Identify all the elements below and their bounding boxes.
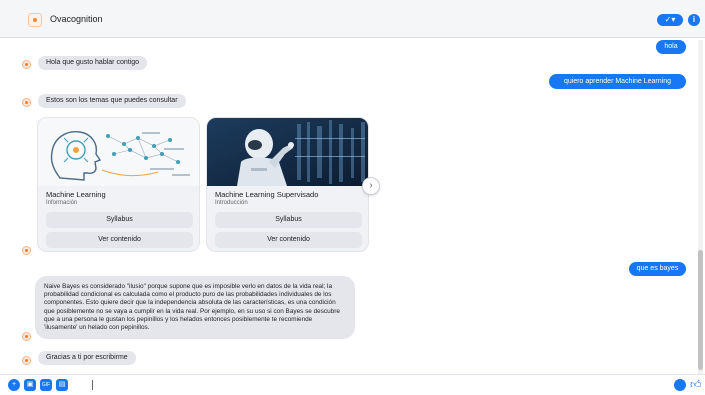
bot-avatar [22,98,31,107]
gif-icon[interactable]: GIF [40,379,52,391]
message-input[interactable] [90,378,650,392]
incoming-message[interactable]: Estos son los temas que puedes consultar [38,94,186,108]
message-text: Estos son los temas que puedes consultar [46,97,178,104]
bot-avatar [22,60,31,69]
outgoing-message[interactable]: hola [656,40,686,54]
card-subtitle: Información [46,200,78,206]
incoming-message[interactable]: Hola que gusto hablar contigo [38,56,148,70]
message-text: Hola que gusto hablar contigo [46,59,140,66]
outgoing-message[interactable]: que es bayes [629,262,686,276]
emoji-icon[interactable] [674,379,686,391]
scrollbar[interactable] [698,40,703,376]
message-text: quiero aprender Machine Learning [563,78,672,85]
ver-contenido-button[interactable]: Ver contenido [215,232,362,248]
message-text: que es bayes [636,265,679,272]
plus-icon[interactable]: + [8,379,20,391]
message-text: Gracias a ti por escribirme [46,354,128,361]
incoming-message[interactable]: Naive Bayes es considerado "ilusio" porq… [35,276,355,340]
message-thread[interactable]: hola Hola que gusto hablar contigo quier… [0,38,705,378]
card-subtitle: Introducción [215,200,248,206]
image-icon[interactable]: ▤ [56,379,68,391]
message-composer: + ▣ GIF ▤ 👍︎ [0,374,705,395]
robot-photo-illustration [207,118,368,186]
page-logo[interactable] [28,13,42,27]
sticker-icon[interactable]: ▣ [24,379,36,391]
bot-avatar [22,332,31,341]
bot-avatar [22,246,31,255]
carousel-card[interactable]: Machine Learning Supervisado Introducció… [206,117,369,252]
syllabus-button[interactable]: Syllabus [215,212,362,228]
outgoing-message[interactable]: quiero aprender Machine Learning [549,74,686,89]
bot-avatar [22,356,31,365]
ver-contenido-button[interactable]: Ver contenido [46,232,193,248]
message-text: Naive Bayes es considerado "ilusio" porq… [44,283,340,332]
checkmark-icon[interactable]: ✓▾ [657,14,683,26]
incoming-message[interactable]: Gracias a ti por escribirme [38,351,136,365]
scrollbar-thumb[interactable] [698,250,703,370]
page-name[interactable]: Ovacognition [50,14,103,24]
ml-diagram-illustration [38,118,199,186]
info-icon[interactable]: i [688,14,700,26]
like-icon[interactable]: 👍︎ [690,378,702,392]
chevron-right-icon[interactable]: › [362,177,380,195]
card-image [207,118,368,186]
card-title: Machine Learning Supervisado [215,190,319,199]
card-image [38,118,199,186]
syllabus-button[interactable]: Syllabus [46,212,193,228]
card-title: Machine Learning [46,190,106,199]
carousel-card[interactable]: Machine Learning Información Syllabus Ve… [37,117,200,252]
message-text: hola [664,43,678,50]
chat-header: Ovacognition ✓▾ i [0,0,705,38]
